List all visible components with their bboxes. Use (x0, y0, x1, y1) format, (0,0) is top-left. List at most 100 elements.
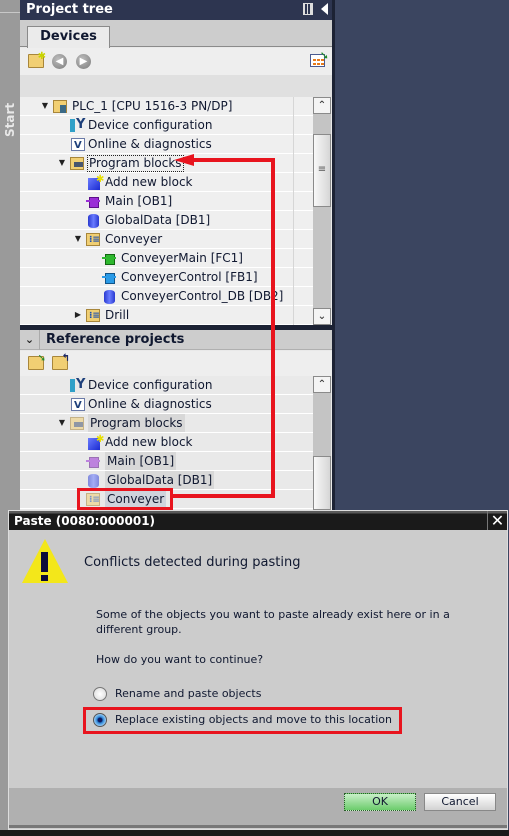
table-view-icon[interactable]: ➘ (310, 49, 329, 67)
paste-dialog: Paste (0080:000001) ✕ Conflicts detected… (8, 510, 508, 830)
tree-item-program-blocks[interactable]: ▼ Program blocks (20, 154, 313, 173)
tree-item-conveyercontrol-fb1[interactable]: ConveyerControl [FB1] (20, 268, 313, 287)
tree-item-label: Add new block (105, 175, 193, 189)
tree-item-label: Drill (105, 308, 130, 322)
collapse-panel-icon[interactable] (321, 3, 328, 15)
project-tree-toolbar: ✱ ◀ ▶ ➘ (20, 48, 332, 75)
group-folder-icon (86, 231, 100, 249)
expand-toggle[interactable]: ▼ (73, 230, 83, 248)
tree-item-globaldata-db1[interactable]: GlobalData [DB1] (20, 211, 313, 230)
add-block-icon (88, 431, 104, 450)
project-tree-panel: Project tree Devices ✱ ◀ ▶ ➘ ▼ PLC_1 [CP… (20, 0, 332, 510)
dialog-title-bar[interactable]: Paste (0080:000001) ✕ (9, 511, 507, 530)
tree-item-label: PLC_1 [CPU 1516-3 PN/DP] (72, 99, 233, 113)
tree-item-label: Online & diagnostics (88, 397, 212, 411)
tree-item-add-new-block[interactable]: Add new block (20, 171, 313, 192)
expand-toggle[interactable]: ▼ (57, 414, 67, 432)
tree-item-drill[interactable]: ▶ Drill (20, 306, 313, 325)
tree-item-label: Program blocks (87, 155, 184, 172)
expand-toggle[interactable]: ▶ (73, 306, 83, 324)
annotation-arrowhead (174, 154, 194, 166)
tree-item-online-diagnostics[interactable]: Online & diagnostics (20, 135, 313, 155)
reference-tree-scrollbar[interactable]: ⌃ (313, 376, 331, 510)
reference-projects-title: Reference projects (46, 332, 185, 347)
device-tree-scrollbar[interactable]: ⌃ ≡ ⌄ (313, 97, 331, 325)
option-rename-label[interactable]: Rename and paste objects (115, 687, 261, 700)
tree-item-label: Device configuration (88, 118, 213, 132)
tree-item-device-configuration[interactable]: Device configuration (20, 116, 313, 135)
tree-item-label: Main [OB1] (105, 194, 173, 208)
dialog-title: Paste (0080:000001) (14, 514, 156, 528)
warning-icon-mark (41, 552, 48, 572)
scroll-thumb[interactable]: ≡ (313, 134, 331, 207)
tree-item-conveyermain-fc1[interactable]: ConveyerMain [FC1] (20, 249, 313, 268)
ok-button[interactable]: OK (344, 793, 416, 811)
tree-item-plc1[interactable]: ▼ PLC_1 [CPU 1516-3 PN/DP] (20, 97, 313, 116)
annotation-highlight-replace-option (83, 707, 402, 734)
device-config-icon (70, 376, 85, 394)
project-tree-header: Project tree (20, 0, 332, 20)
plc-icon (53, 100, 67, 113)
db-icon (104, 290, 115, 304)
dialog-question: How do you want to continue? (96, 653, 264, 666)
annotation-arrow-bottom (170, 494, 274, 498)
close-reference-icon[interactable]: ↰ (52, 354, 70, 370)
tree-item-label: Add new block (105, 435, 193, 449)
group-folder-icon (86, 307, 100, 325)
expand-toggle[interactable]: ▼ (40, 97, 50, 115)
program-blocks-folder-icon (70, 157, 84, 170)
ref-item-add-new-block[interactable]: Add new block (20, 431, 313, 452)
scroll-thumb[interactable] (313, 456, 331, 510)
tree-item-label: ConveyerMain [FC1] (121, 251, 243, 265)
tree-item-label: Device configuration (88, 378, 213, 392)
tree-item-conveyercontrol-db-db2[interactable]: ConveyerControl_DB [DB2] (20, 287, 313, 306)
add-folder-icon[interactable]: ✱ (28, 52, 46, 68)
reference-toolbar: ➘ ↰ (20, 351, 332, 376)
device-tree: ▼ PLC_1 [CPU 1516-3 PN/DP] Device config… (20, 97, 313, 325)
close-icon[interactable]: ✕ (487, 511, 507, 530)
dialog-message: Some of the objects you want to paste al… (96, 608, 450, 636)
expand-toggle[interactable]: ▼ (57, 154, 67, 172)
project-tree-title: Project tree (26, 2, 113, 17)
tree-item-label: ConveyerControl [FB1] (121, 270, 258, 284)
ref-item-main-ob1[interactable]: Main [OB1] (20, 452, 313, 471)
tree-item-conveyer[interactable]: ▼ Conveyer (20, 230, 313, 249)
device-config-icon (70, 116, 85, 134)
tree-item-label: Main [OB1] (105, 452, 177, 470)
online-diagnostics-icon (71, 137, 85, 155)
split-view-icon[interactable] (303, 3, 313, 15)
start-label[interactable]: Start (1, 90, 19, 150)
open-reference-icon[interactable]: ➘ (28, 354, 46, 370)
scroll-up-button[interactable]: ⌃ (313, 376, 331, 393)
reference-projects-header[interactable]: ⌄ Reference projects (20, 330, 332, 350)
ref-item-online-diagnostics[interactable]: Online & diagnostics (20, 395, 313, 415)
toolbar-spacer (20, 75, 332, 97)
annotation-arrow-top (192, 158, 275, 162)
bottom-edge (0, 830, 509, 836)
fb-icon (102, 271, 116, 284)
ob-icon (86, 455, 100, 468)
scroll-up-button[interactable]: ⌃ (313, 97, 331, 114)
forward-icon[interactable]: ▶ (76, 54, 91, 69)
collapse-chevron-icon[interactable]: ⌄ (20, 330, 40, 350)
cancel-button[interactable]: Cancel (424, 793, 496, 811)
back-icon[interactable]: ◀ (52, 54, 67, 69)
ref-item-program-blocks[interactable]: ▼ Program blocks (20, 414, 313, 433)
dialog-footer: OK Cancel (9, 788, 507, 828)
fc-icon (102, 252, 116, 265)
tree-item-label: GlobalData [DB1] (105, 471, 215, 489)
scroll-down-button[interactable]: ⌄ (313, 308, 331, 325)
db-icon (88, 214, 99, 228)
warning-icon-dot (41, 575, 48, 581)
tree-item-main-ob1[interactable]: Main [OB1] (20, 192, 313, 211)
db-icon (88, 474, 99, 488)
ref-item-device-configuration[interactable]: Device configuration (20, 376, 313, 395)
program-blocks-folder-icon (70, 417, 84, 430)
dialog-heading: Conflicts detected during pasting (84, 555, 301, 570)
tree-item-label: Program blocks (88, 414, 185, 432)
annotation-arrow-vertical (271, 158, 275, 498)
strip-divider (0, 12, 20, 13)
tab-devices[interactable]: Devices (27, 26, 110, 48)
annotation-highlight-conveyer (77, 488, 173, 510)
radio-rename-and-paste[interactable] (93, 687, 107, 701)
